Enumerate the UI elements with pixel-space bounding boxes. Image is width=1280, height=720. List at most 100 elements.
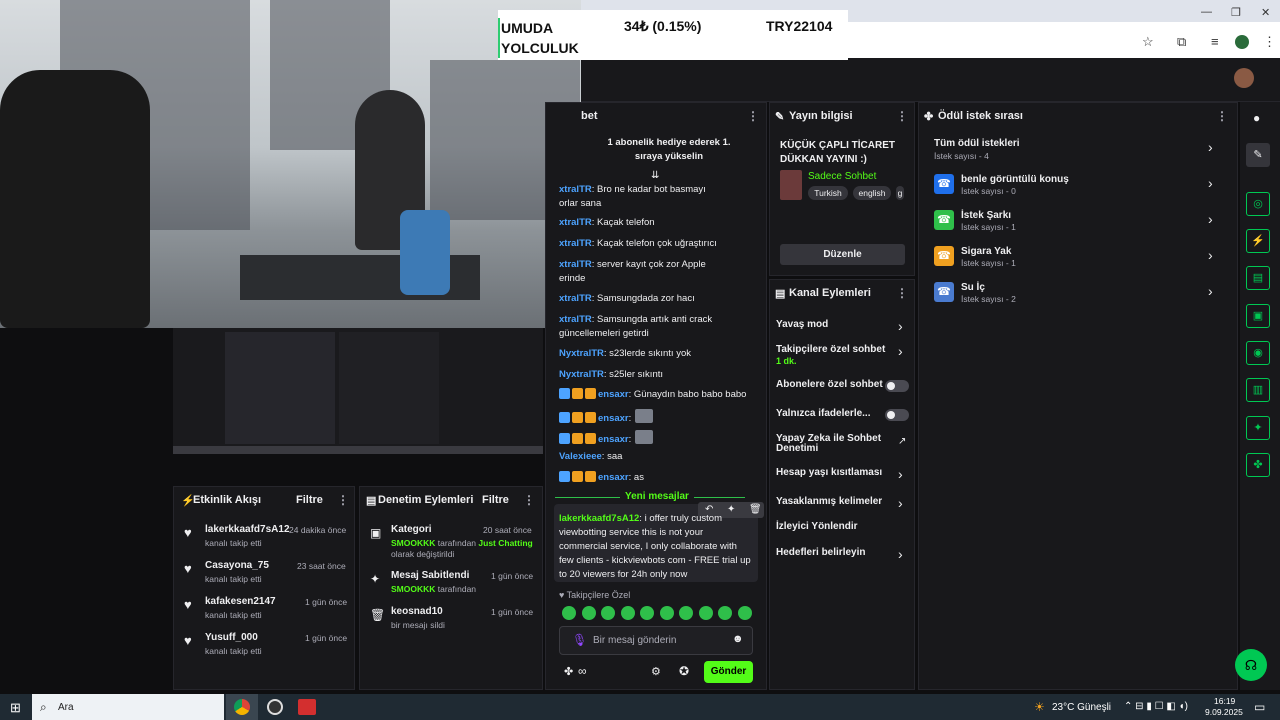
extensions-icon[interactable]: ⧉ <box>1177 34 1186 50</box>
chevron-right-icon[interactable]: › <box>1208 139 1213 155</box>
tray-icons[interactable]: ⌃ ⊟ ▮ ☐ ◧ ◖) <box>1124 701 1188 712</box>
minimize-icon[interactable]: — <box>1201 6 1212 18</box>
chat-nick[interactable]: xtralTR <box>559 259 592 270</box>
overlay-name-2: YOLCULUK <box>501 40 579 56</box>
toggle-switch[interactable] <box>885 380 909 392</box>
emote-icon[interactable] <box>620 606 635 620</box>
edit-stream-button[interactable]: Düzenle <box>780 244 905 265</box>
stream-category[interactable]: Sadece Sohbet <box>808 171 876 182</box>
toggle-switch[interactable] <box>885 409 909 421</box>
rewards-side-icon[interactable]: ✤ <box>1246 453 1270 477</box>
layout-icon[interactable]: ▥ <box>1246 378 1270 402</box>
channel-action-label[interactable]: Yalnızca ifadelerle... <box>776 409 891 419</box>
playlist-icon[interactable]: ≡ <box>1211 34 1219 49</box>
chat-nick[interactable]: ensaxr <box>598 389 629 400</box>
emote-icon[interactable] <box>562 606 576 620</box>
activity-name[interactable]: kafakesen2147 <box>205 596 276 607</box>
channel-action-label[interactable]: Abonelere özel sohbet <box>776 380 891 390</box>
chevron-right-icon[interactable]: › <box>1208 211 1213 227</box>
channel-action-label[interactable]: Hedefleri belirleyin <box>776 548 891 558</box>
activity-name[interactable]: Yusuff_000 <box>205 632 258 643</box>
chevron-right-icon[interactable]: › <box>1208 283 1213 299</box>
emote-icon[interactable] <box>659 606 674 620</box>
activity-menu-icon[interactable]: ⋮ <box>337 493 349 507</box>
chevron-right-icon[interactable]: › <box>1208 175 1213 191</box>
stream-tag[interactable]: Turkish <box>808 186 848 200</box>
rewards-menu-icon[interactable]: ⋮ <box>1216 109 1228 123</box>
settings-icon[interactable]: ⚙ <box>651 665 661 678</box>
chat-nick[interactable]: xtralTR <box>559 293 592 304</box>
moderation-filter[interactable]: Filtre <box>482 494 509 506</box>
stream-tag[interactable]: english <box>853 186 891 200</box>
all-rewards-label[interactable]: Tüm ödül istekleri <box>934 138 1020 149</box>
channel-actions-menu-icon[interactable]: ⋮ <box>896 286 908 300</box>
emote-icon[interactable] <box>718 606 732 620</box>
chat-nick[interactable]: Valexieee <box>559 451 602 462</box>
external-link-icon[interactable]: ↗ <box>898 436 906 447</box>
reward-label[interactable]: İstek Şarkı <box>961 210 1011 221</box>
stream-info-menu-icon[interactable]: ⋮ <box>896 109 908 123</box>
channel-action-label[interactable]: Yavaş mod <box>776 320 891 330</box>
points-icon[interactable]: ✤ <box>564 665 573 678</box>
gift-icon[interactable]: ✪ <box>679 664 689 678</box>
channel-action-label[interactable]: Yasaklanmış kelimeler <box>776 497 891 507</box>
emote-icon[interactable] <box>698 606 713 620</box>
emote-icon[interactable] <box>737 606 752 620</box>
emote-icon[interactable] <box>640 606 654 620</box>
emote-icon[interactable] <box>581 606 596 620</box>
chat-nick[interactable]: xtralTR <box>559 217 592 228</box>
emoji-icon[interactable]: ☻ <box>732 633 744 645</box>
chat-nick[interactable]: NyxtralTR <box>559 369 604 380</box>
activity-name[interactable]: lakerkkaafd7sA12 <box>205 524 290 535</box>
recorder-icon[interactable] <box>298 699 316 715</box>
wrench-icon[interactable]: ✦ <box>1246 416 1270 440</box>
channel-action-label[interactable]: İzleyici Yönlendir <box>776 522 891 532</box>
mic-icon[interactable]: 🎙 <box>572 633 587 647</box>
channel-action-label[interactable]: Hesap yaşı kısıtlaması <box>776 468 891 478</box>
start-icon[interactable]: ⊞ <box>10 700 21 716</box>
user-avatar[interactable] <box>1234 68 1254 88</box>
info-icon[interactable]: ● <box>1253 111 1260 125</box>
chevron-right-icon[interactable]: › <box>898 546 903 562</box>
list-icon[interactable]: ▤ <box>1246 266 1270 290</box>
activity-filter[interactable]: Filtre <box>296 494 323 506</box>
chevron-right-icon[interactable]: › <box>898 343 903 359</box>
edit-icon[interactable]: ✎ <box>1246 143 1270 167</box>
moderation-menu-icon[interactable]: ⋮ <box>523 493 535 507</box>
chat-nick[interactable]: xtralTR <box>559 184 592 195</box>
chat-nick[interactable]: ensaxr <box>598 434 629 445</box>
focus-icon[interactable]: ◎ <box>1246 192 1270 216</box>
menu-icon[interactable]: ⋮ <box>1263 34 1276 50</box>
channel-action-label[interactable]: Yapay Zeka ile Sohbet Denetimi <box>776 434 891 454</box>
emote-icon[interactable] <box>679 606 693 620</box>
chat-icon[interactable]: ▣ <box>1246 304 1270 328</box>
channel-action-label[interactable]: Takipçilere özel sohbet <box>776 345 891 355</box>
chat-nick[interactable]: xtralTR <box>559 238 592 249</box>
broadcast-icon[interactable]: ◉ <box>1246 341 1270 365</box>
reward-label[interactable]: Sigara Yak <box>961 246 1011 257</box>
chevron-right-icon[interactable]: › <box>1208 247 1213 263</box>
chat-nick[interactable]: ensaxr <box>598 472 629 483</box>
reward-label[interactable]: Su İç <box>961 282 985 293</box>
star-icon[interactable]: ☆ <box>1142 34 1154 50</box>
close-icon[interactable]: ✕ <box>1261 6 1270 19</box>
profile-icon[interactable] <box>1235 35 1249 49</box>
chat-menu-icon[interactable]: ⋮ <box>747 109 759 123</box>
support-icon[interactable]: ☊ <box>1235 649 1267 681</box>
chevron-right-icon[interactable]: › <box>898 495 903 511</box>
chevron-right-icon[interactable]: › <box>898 466 903 482</box>
bolt-icon[interactable]: ⚡ <box>1246 229 1270 253</box>
notification-icon[interactable]: ▭ <box>1254 700 1265 714</box>
chat-nick[interactable]: NyxtralTR <box>559 348 604 359</box>
collapse-icon[interactable]: ⇊ <box>651 170 659 181</box>
chat-nick[interactable]: ensaxr <box>598 413 629 424</box>
chat-nick[interactable]: xtralTR <box>559 314 592 325</box>
reward-label[interactable]: benle görüntülü konuş <box>961 174 1069 185</box>
stream-tag[interactable]: g <box>896 186 904 200</box>
activity-name[interactable]: Casayona_75 <box>205 560 269 571</box>
restore-icon[interactable]: ❐ <box>1231 6 1241 19</box>
send-button[interactable]: Gönder <box>704 661 753 683</box>
chevron-right-icon[interactable]: › <box>898 318 903 334</box>
obs-icon[interactable] <box>267 699 283 715</box>
emote-icon[interactable] <box>601 606 615 620</box>
